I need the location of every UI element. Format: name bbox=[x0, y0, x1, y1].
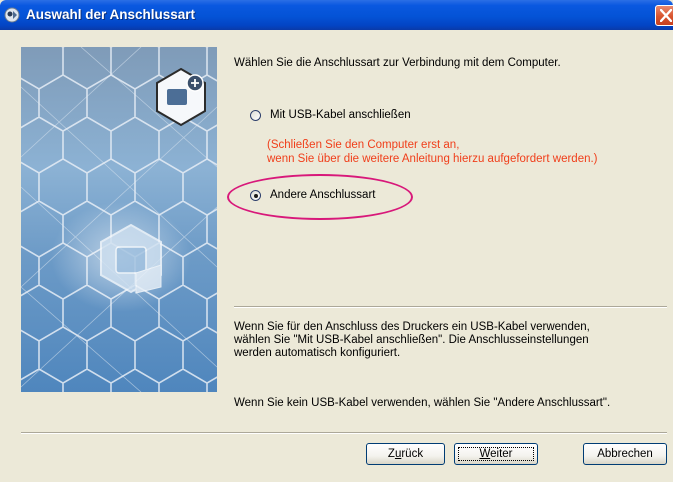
highlight-ellipse bbox=[227, 174, 413, 220]
side-illustration bbox=[21, 47, 217, 392]
warning-note: (Schließen Sie den Computer erst an, wen… bbox=[267, 138, 598, 166]
focus-rectangle bbox=[458, 447, 534, 461]
separator bbox=[21, 432, 667, 434]
separator bbox=[234, 306, 667, 308]
window-title: Auswahl der Anschlussart bbox=[26, 7, 196, 22]
title-bar[interactable]: Auswahl der Anschlussart bbox=[0, 0, 673, 30]
back-label-rest: rück bbox=[401, 448, 424, 460]
radio-label: Mit USB-Kabel anschließen bbox=[270, 109, 411, 121]
next-button[interactable]: Weiter bbox=[454, 443, 538, 465]
info-line: werden automatisch konfiguriert. bbox=[234, 347, 401, 359]
cancel-button[interactable]: Abbrechen bbox=[583, 443, 667, 465]
info-text-secondary: Wenn Sie kein USB-Kabel verwenden, wähle… bbox=[234, 397, 611, 409]
close-icon bbox=[660, 9, 672, 22]
radio-button[interactable] bbox=[250, 110, 261, 121]
close-button[interactable] bbox=[655, 5, 673, 26]
info-text: Wenn Sie für den Anschluss des Druckers … bbox=[234, 321, 590, 360]
app-icon bbox=[4, 7, 20, 23]
dialog-window: Auswahl der Anschlussart Wählen Sie die … bbox=[0, 0, 673, 482]
info-line: Wenn Sie für den Anschluss des Druckers … bbox=[234, 321, 590, 333]
back-label-start: Z bbox=[387, 448, 395, 460]
back-button[interactable]: Zurück bbox=[366, 443, 445, 465]
note-line: (Schließen Sie den Computer erst an, bbox=[267, 139, 460, 151]
instruction-text: Wählen Sie die Anschlussart zur Verbindu… bbox=[234, 57, 561, 69]
info-line: wählen Sie "Mit USB-Kabel anschließen". … bbox=[234, 334, 589, 346]
note-line: wenn Sie über die weitere Anleitung hier… bbox=[267, 153, 598, 165]
